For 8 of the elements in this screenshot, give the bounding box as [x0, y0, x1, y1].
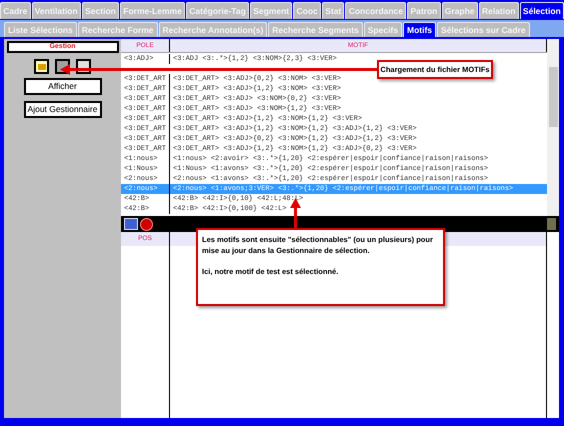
round-icon[interactable]: [140, 218, 153, 230]
scrollbar[interactable]: [547, 39, 559, 216]
folder-icon[interactable]: [34, 59, 49, 74]
panel-button[interactable]: Afficher: [24, 78, 102, 95]
panel-button[interactable]: Ajout Gestionnaire: [24, 101, 102, 118]
tab[interactable]: Motifs: [403, 22, 436, 37]
list-icon[interactable]: [124, 218, 138, 230]
tab[interactable]: Sélection: [520, 2, 564, 19]
